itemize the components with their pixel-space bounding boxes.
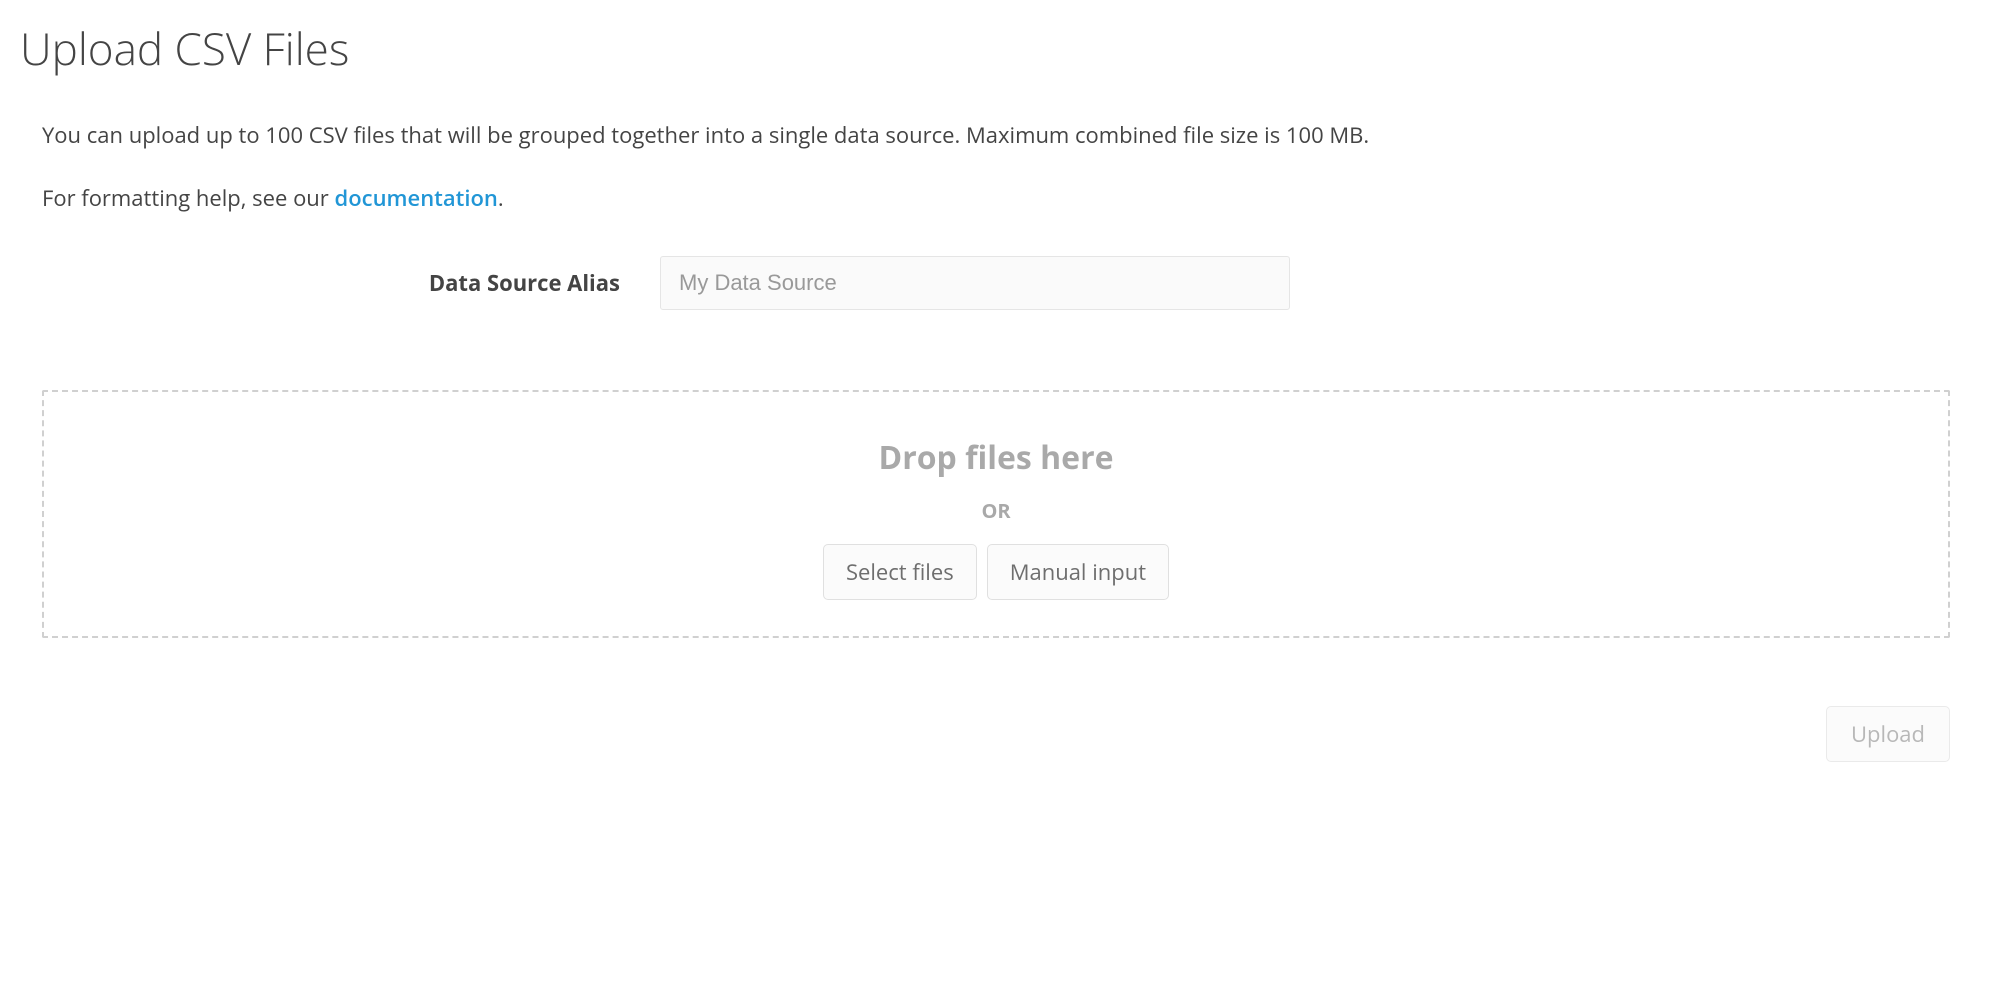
dropzone-title: Drop files here — [64, 436, 1928, 479]
manual-input-button[interactable]: Manual input — [987, 544, 1169, 600]
footer-row: Upload — [20, 706, 1950, 762]
upload-button[interactable]: Upload — [1826, 706, 1950, 762]
intro-section: You can upload up to 100 CSV files that … — [42, 118, 1950, 216]
select-files-button[interactable]: Select files — [823, 544, 977, 600]
documentation-link[interactable]: documentation — [335, 183, 498, 213]
intro-line-2-prefix: For formatting help, see our — [42, 183, 335, 213]
dropzone-or: OR — [64, 497, 1928, 524]
intro-line-2: For formatting help, see our documentati… — [42, 181, 1950, 216]
alias-row: Data Source Alias — [20, 256, 1972, 310]
page-title: Upload CSV Files — [20, 18, 1972, 78]
alias-label: Data Source Alias — [20, 268, 660, 298]
intro-line-2-suffix: . — [498, 183, 504, 213]
intro-line-1: You can upload up to 100 CSV files that … — [42, 118, 1950, 153]
dropzone-buttons: Select files Manual input — [64, 544, 1928, 600]
alias-input[interactable] — [660, 256, 1290, 310]
dropzone[interactable]: Drop files here OR Select files Manual i… — [42, 390, 1950, 638]
